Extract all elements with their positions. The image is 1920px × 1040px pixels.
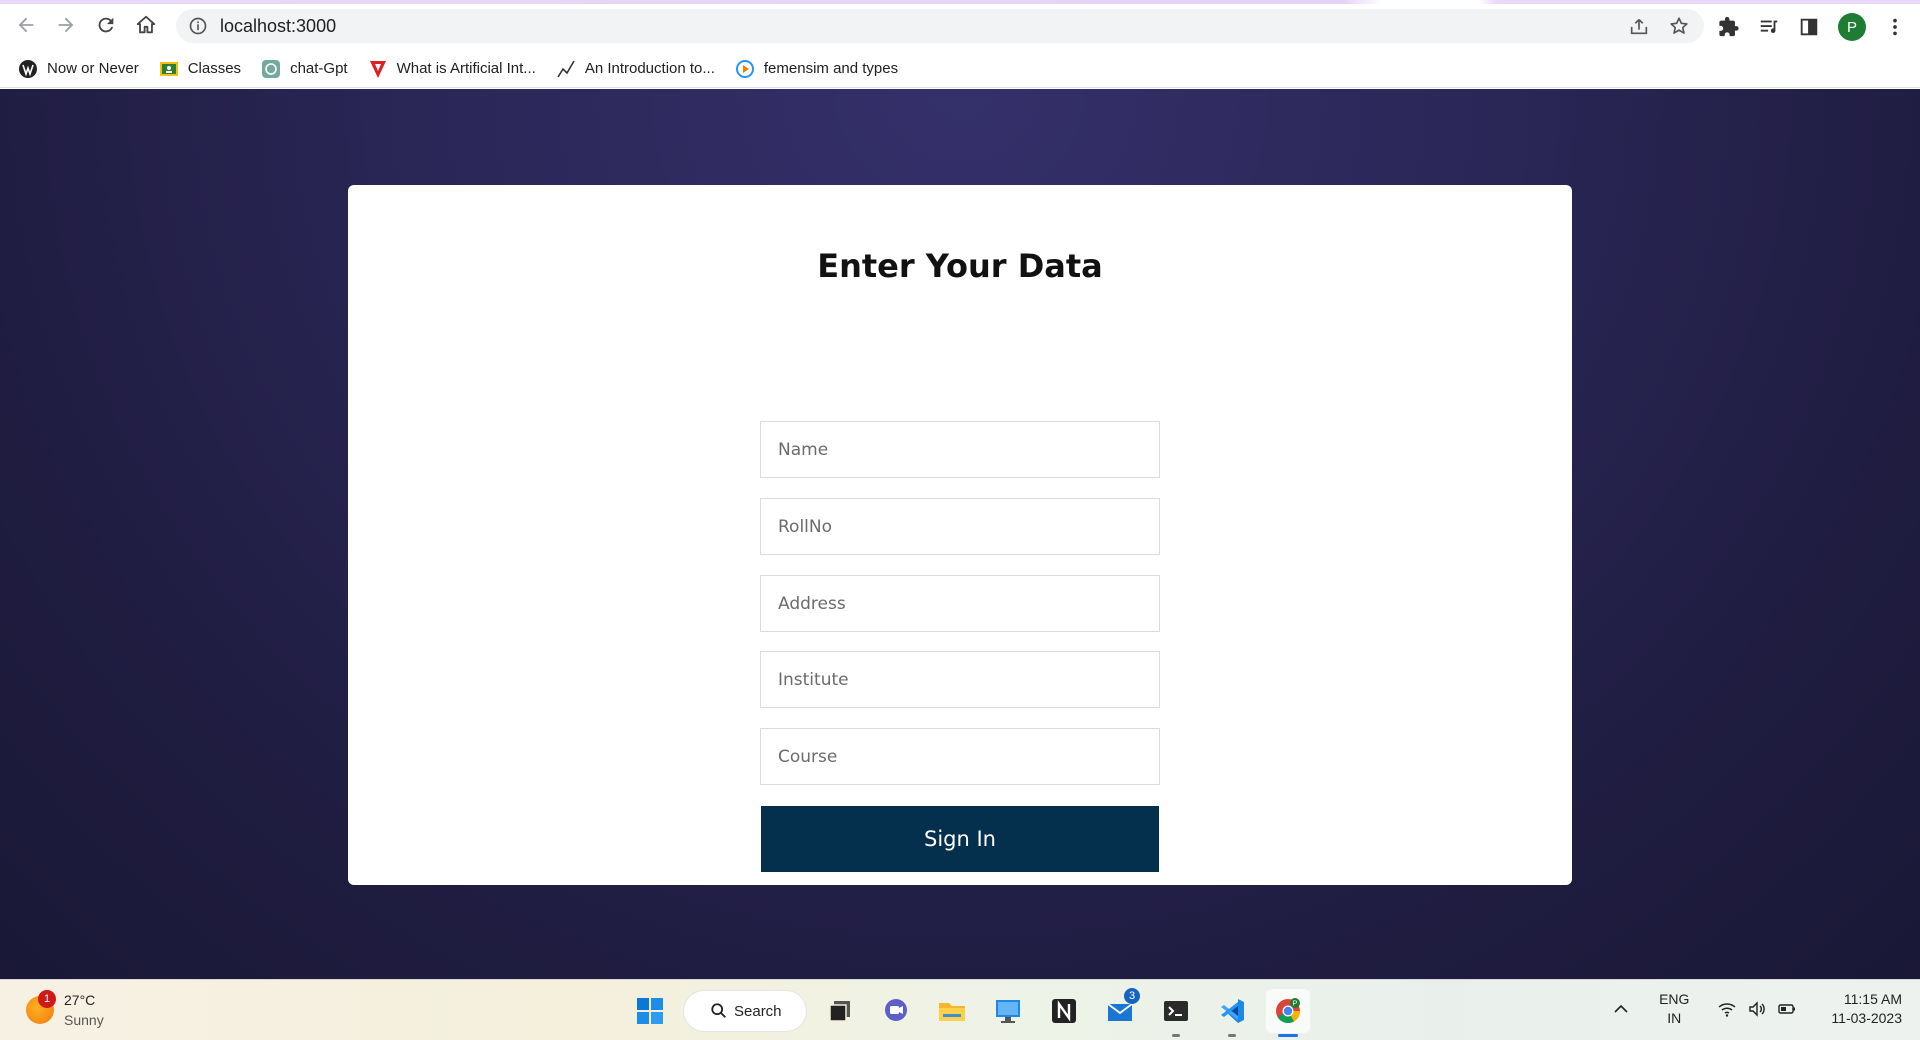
- wordpress-icon: [18, 59, 38, 79]
- rollno-input[interactable]: [760, 498, 1160, 555]
- search-icon: [711, 1003, 726, 1018]
- bookmark-label: What is Artificial Int...: [396, 60, 536, 77]
- back-button[interactable]: [6, 5, 46, 45]
- running-indicator: [1172, 1034, 1180, 1037]
- reload-icon: [98, 17, 114, 33]
- search-label: Search: [734, 1002, 782, 1020]
- chrome-button[interactable]: P: [1266, 989, 1310, 1037]
- start-button[interactable]: [628, 989, 672, 1033]
- system-tray[interactable]: [1717, 999, 1797, 1019]
- weather-temp: 27°C: [64, 992, 96, 1008]
- clock-date: 11-03-2023: [1831, 1010, 1902, 1026]
- svg-text:P: P: [1293, 1001, 1298, 1008]
- course-input[interactable]: [760, 728, 1160, 785]
- terminal-icon: [1164, 1001, 1188, 1021]
- language-indicator[interactable]: ENG IN: [1659, 990, 1689, 1028]
- name-input[interactable]: [760, 421, 1160, 478]
- remote-desktop-button[interactable]: [986, 989, 1030, 1033]
- bookmark-label: femensim and types: [763, 60, 899, 77]
- play-circle-icon: [735, 59, 755, 79]
- language-code: ENG: [1659, 991, 1690, 1007]
- bookmark-label: An Introduction to...: [584, 60, 715, 77]
- side-panel-icon[interactable]: [1798, 16, 1820, 38]
- notion-icon: [1052, 999, 1076, 1023]
- mail-badge: 3: [1124, 988, 1140, 1004]
- clock[interactable]: 11:15 AM 11-03-2023: [1831, 990, 1902, 1028]
- weather-condition: Sunny: [64, 1012, 104, 1028]
- bookmark-item[interactable]: What is Artificial Int...: [368, 59, 536, 79]
- bookmark-label: chat-Gpt: [290, 60, 348, 77]
- info-icon: [189, 17, 207, 35]
- wifi-icon: [1718, 1003, 1736, 1017]
- share-icon[interactable]: [1628, 15, 1650, 37]
- chart-line-icon: [556, 59, 576, 79]
- red-v-icon: [368, 59, 388, 79]
- windows-start-icon: [637, 998, 663, 1024]
- bookmark-item[interactable]: Now or Never: [18, 59, 139, 79]
- terminal-button[interactable]: [1154, 989, 1198, 1037]
- teams-chat-button[interactable]: [874, 989, 918, 1033]
- task-view-icon: [829, 1001, 850, 1022]
- arrow-right-icon: [58, 17, 74, 33]
- bookmark-label: Now or Never: [47, 60, 139, 77]
- sun-icon: 1: [26, 990, 56, 1024]
- clock-time: 11:15 AM: [1843, 991, 1902, 1007]
- folder-icon: [939, 1003, 965, 1021]
- chrome-icon: P: [1276, 998, 1300, 1024]
- vscode-button[interactable]: [1210, 989, 1254, 1037]
- arrow-left-icon: [18, 17, 34, 33]
- browser-toolbar: localhost:3000 P: [0, 4, 1920, 46]
- bookmark-item[interactable]: An Introduction to...: [556, 59, 715, 79]
- file-explorer-button[interactable]: [930, 989, 974, 1033]
- address-bar[interactable]: localhost:3000: [176, 9, 1704, 43]
- bookmark-star-icon[interactable]: [1668, 15, 1690, 37]
- bookmark-item[interactable]: chat-Gpt: [261, 59, 348, 79]
- weather-widget[interactable]: 1 27°C Sunny: [26, 990, 104, 1030]
- battery-icon: [1778, 1004, 1796, 1014]
- extensions-icon[interactable]: [1718, 16, 1740, 38]
- vscode-icon: [1221, 999, 1244, 1023]
- form-card: Enter Your Data Sign In: [348, 185, 1572, 885]
- reading-list-icon[interactable]: [1758, 16, 1780, 38]
- home-icon: [136, 15, 156, 34]
- weather-badge: 1: [38, 990, 56, 1008]
- region-code: IN: [1667, 1010, 1682, 1026]
- notion-button[interactable]: [1042, 989, 1086, 1033]
- monitor-icon: [996, 1000, 1020, 1023]
- running-indicator: [1228, 1034, 1236, 1037]
- active-indicator: [1278, 1034, 1298, 1037]
- institute-input[interactable]: [760, 651, 1160, 708]
- reload-button[interactable]: [86, 5, 126, 45]
- bookmark-label: Classes: [187, 60, 242, 77]
- home-button[interactable]: [126, 5, 166, 45]
- task-view-button[interactable]: [818, 989, 862, 1033]
- volume-icon: [1749, 1001, 1766, 1017]
- bookmark-item[interactable]: Classes: [159, 59, 241, 79]
- bookmarks-bar: Now or Never Classes chat-Gpt What is Ar…: [0, 50, 1920, 88]
- profile-avatar[interactable]: P: [1838, 13, 1866, 41]
- chevron-up-icon[interactable]: [1611, 999, 1631, 1019]
- windows-taskbar: 1 27°C Sunny Search 3 P ENG IN 11:15 AM …: [0, 979, 1920, 1040]
- address-input[interactable]: [760, 575, 1160, 632]
- page-background: Enter Your Data Sign In: [0, 89, 1920, 979]
- bookmark-item[interactable]: femensim and types: [735, 59, 898, 79]
- sign-in-button[interactable]: Sign In: [761, 806, 1159, 872]
- taskbar-search[interactable]: Search: [684, 991, 806, 1031]
- form-title: Enter Your Data: [817, 247, 1103, 285]
- chat-icon: [885, 999, 907, 1021]
- classroom-icon: [159, 59, 179, 79]
- mail-button[interactable]: 3: [1098, 988, 1142, 1033]
- more-menu-icon[interactable]: [1884, 16, 1906, 38]
- url-text: localhost:3000: [220, 15, 337, 36]
- openai-icon: [261, 59, 281, 79]
- forward-button[interactable]: [46, 5, 86, 45]
